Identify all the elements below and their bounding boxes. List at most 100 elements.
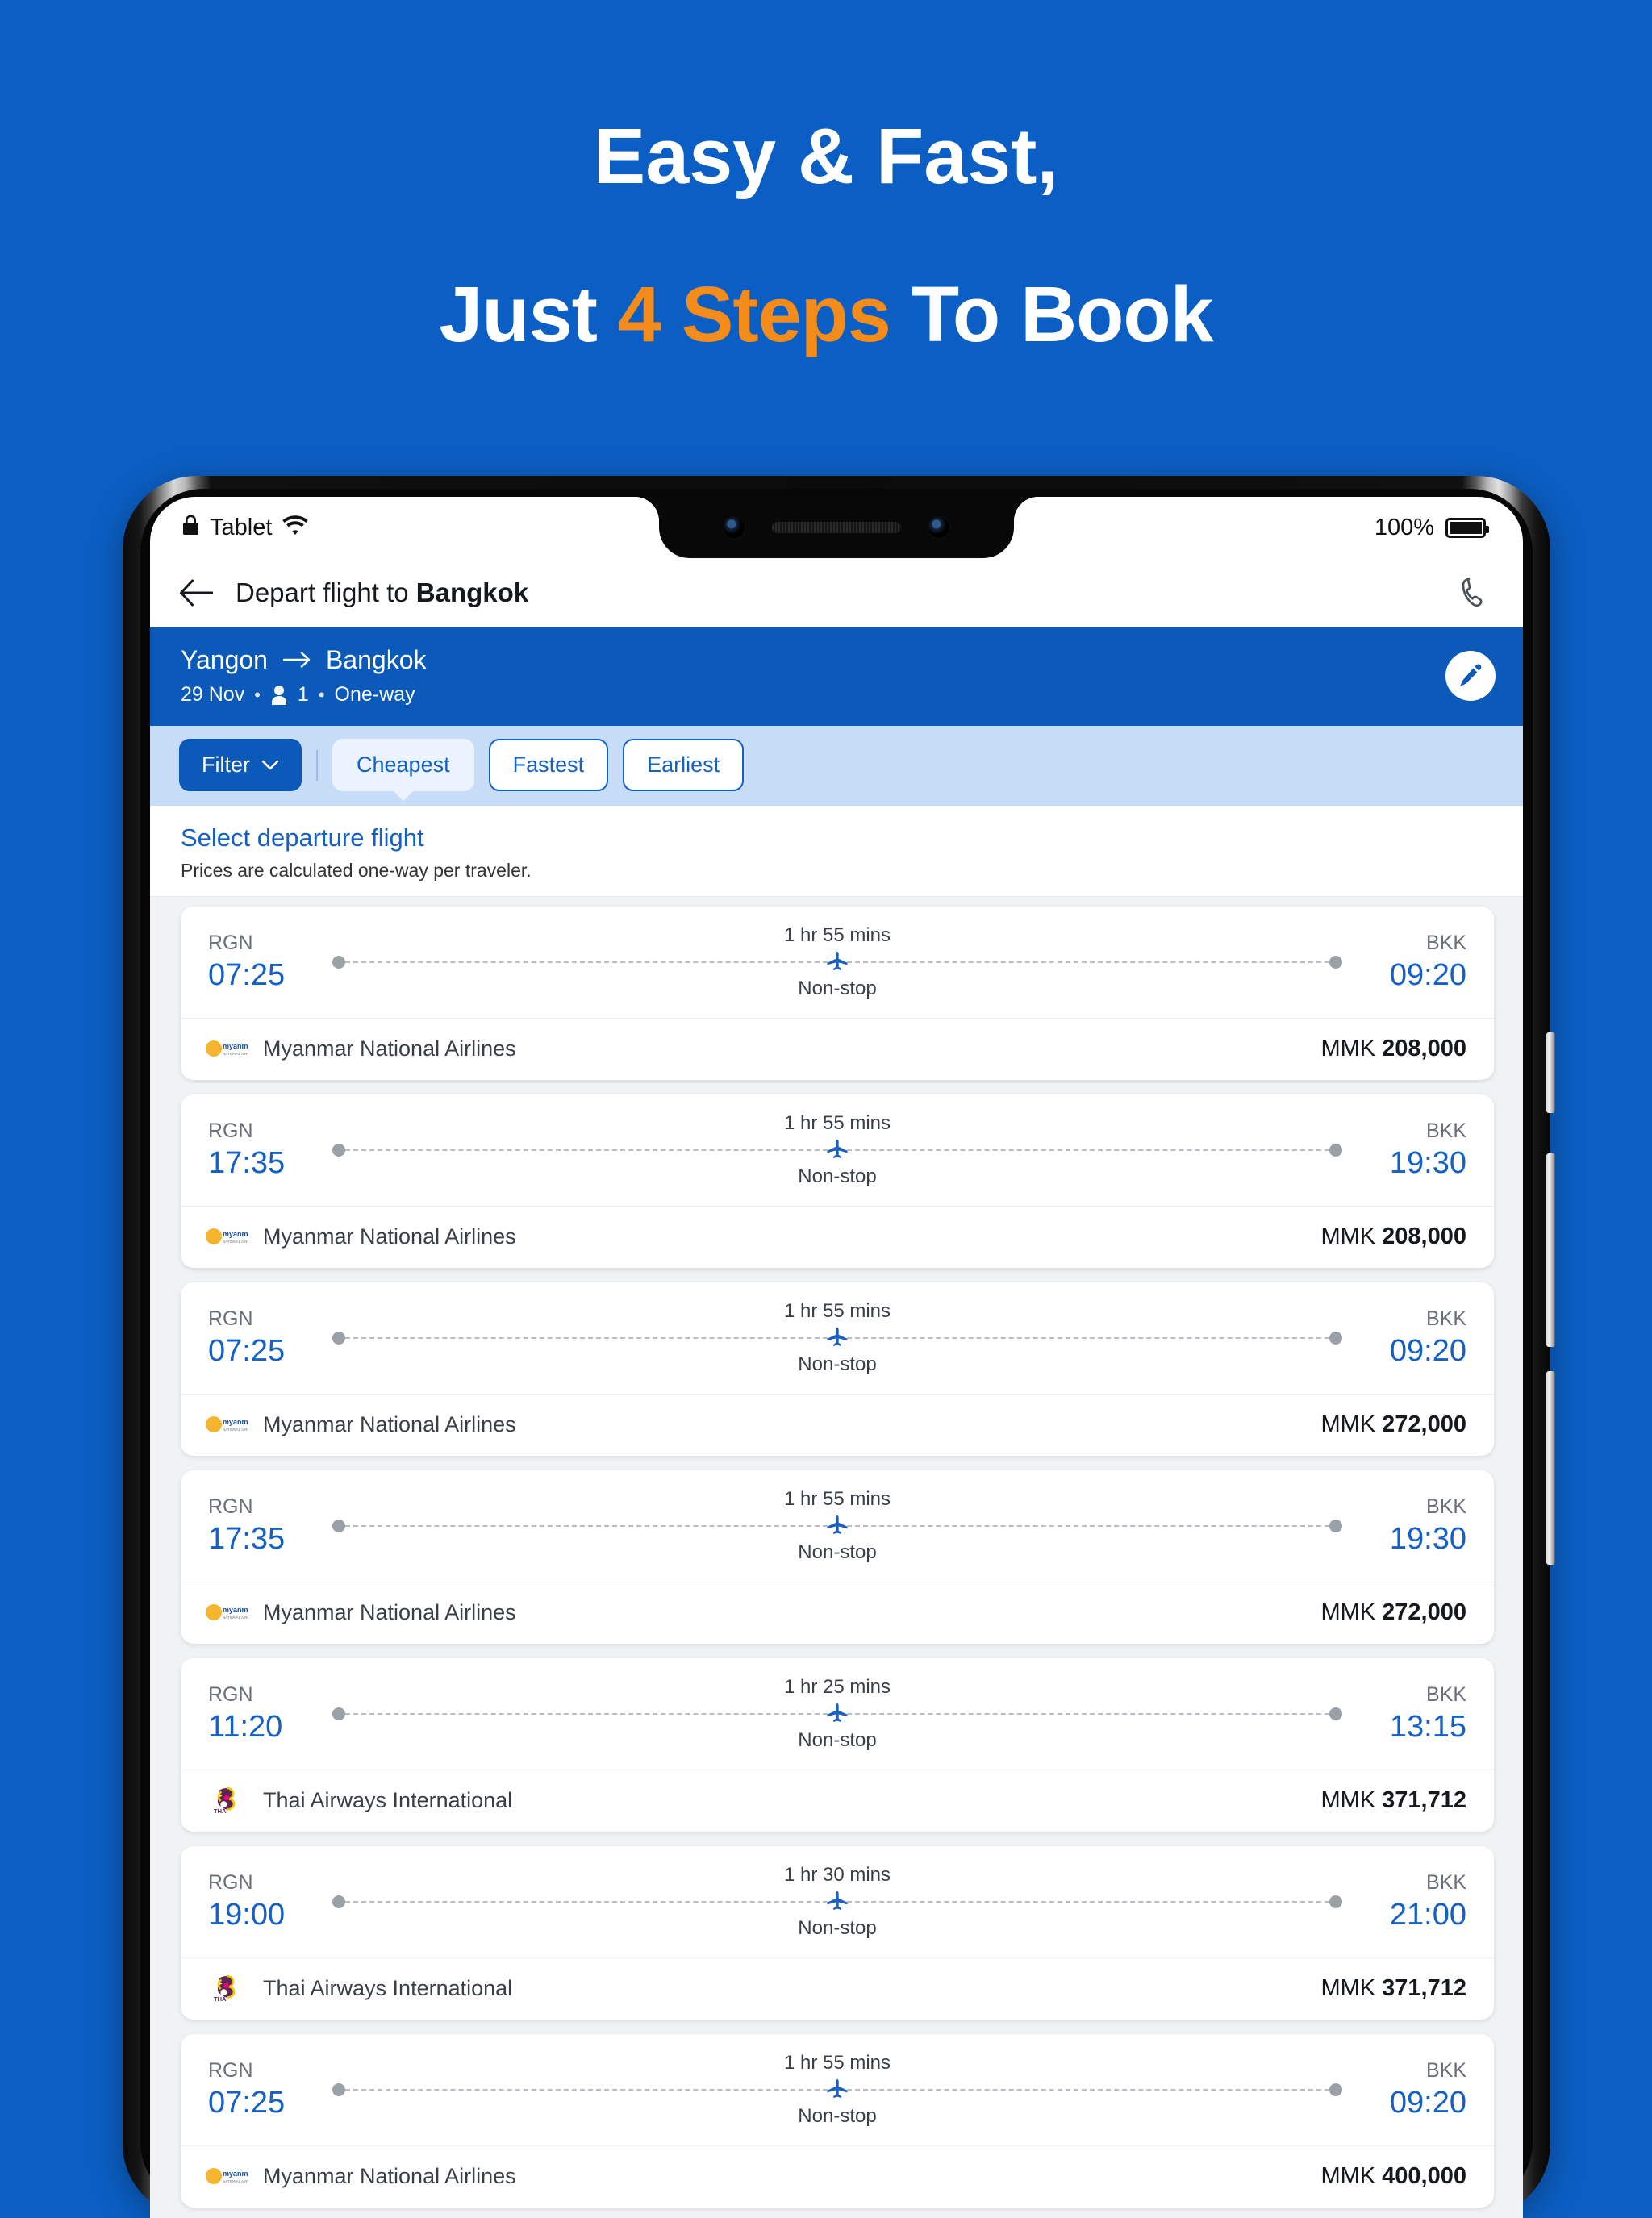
- phone-side-button-volume-down[interactable]: [1546, 1371, 1555, 1565]
- flight-stops: Non-stop: [798, 1541, 877, 1563]
- back-arrow-icon[interactable]: [179, 579, 214, 607]
- edit-search-button[interactable]: [1446, 651, 1496, 701]
- flight-price: MMK 272,000: [1320, 1599, 1466, 1626]
- section-header: Select departure flight Prices are calcu…: [150, 806, 1523, 897]
- filter-label: Filter: [202, 753, 250, 777]
- status-bar-left: Tablet: [182, 514, 309, 542]
- svg-text:NATIONAL AIRLINES: NATIONAL AIRLINES: [223, 1616, 248, 1620]
- phone-side-button-volume-up[interactable]: [1546, 1153, 1555, 1347]
- airplane-icon: [825, 1702, 849, 1726]
- flight-path: [332, 2079, 1342, 2099]
- route-separator-1: •: [254, 684, 261, 705]
- flight-card[interactable]: RGN 07:25 1 hr 55 mins Non-stop BKK 09:20 myan…: [181, 907, 1494, 1080]
- airline-info: myanmarNATIONAL AIRLINESMyanmar National…: [205, 1409, 516, 1440]
- flight-card-airline-row: myanmar NATIONAL AIRLINES Myanmar National…: [181, 1582, 1494, 1644]
- thai-airways-logo: THAI: [205, 1785, 248, 1816]
- route-origin: Yangon: [181, 645, 268, 674]
- arrival-time: 21:00: [1389, 1898, 1466, 1932]
- flight-destination: BKK 13:15: [1347, 1682, 1466, 1745]
- flight-path: [332, 952, 1342, 972]
- flight-price: MMK 272,000: [1320, 1411, 1466, 1438]
- flight-card-airline-row: myanmarNATIONAL AIRLINES Myanmar National…: [181, 2146, 1494, 2208]
- arrival-time: 09:20: [1389, 958, 1466, 993]
- flight-duration: 1 hr 55 mins: [783, 924, 891, 946]
- status-bar-carrier-label: Tablet: [210, 514, 273, 540]
- destination-airport-code: BKK: [1425, 1683, 1466, 1707]
- flight-card-airline-row: THAI Thai Airways International MMK 371,71…: [181, 1958, 1494, 2020]
- arrival-time: 09:20: [1389, 1334, 1466, 1369]
- lock-icon: [182, 514, 199, 542]
- airline-info: myanmarNATIONAL AIRLINES Myanmar National…: [205, 2161, 516, 2191]
- flight-duration: 1 hr 55 mins: [783, 1300, 891, 1322]
- status-bar-right: 100%: [1375, 515, 1489, 541]
- myanmar-national-airlines-logo: myanmar NATIONAL AIRLINES: [205, 1221, 258, 1252]
- flight-card[interactable]: RGN 07:25 1 hr 55 mins Non-stop BKK 09:20 myan…: [181, 1282, 1494, 1456]
- flight-destination: BKK 09:20: [1347, 1306, 1466, 1370]
- section-title: Select departure flight: [181, 823, 424, 852]
- flight-card-itinerary: RGN 07:25 1 hr 55 mins Non-stop BKK 09:20: [181, 2034, 1494, 2146]
- phone-call-icon[interactable]: [1460, 577, 1487, 609]
- airline-info: myanmarNATIONAL AIRLINESMyanmar National…: [205, 1221, 516, 1252]
- destination-airport-code: BKK: [1425, 1871, 1466, 1895]
- destination-node: [1329, 2083, 1342, 2096]
- flight-duration: 1 hr 25 mins: [783, 1676, 891, 1698]
- arrival-time: 19:30: [1389, 1146, 1466, 1181]
- sort-chip-fastest[interactable]: Fastest: [488, 739, 609, 791]
- flight-price: MMK 371,712: [1320, 1975, 1466, 2002]
- flight-path: [332, 1891, 1342, 1912]
- promo-line-2: Just 4 Steps To Book: [0, 236, 1652, 394]
- sort-chip-cheapest[interactable]: Cheapest: [332, 739, 474, 791]
- thai-airways-logo: THAI: [205, 1973, 248, 2003]
- departure-time: 17:35: [208, 1146, 286, 1181]
- svg-text:NATIONAL AIRLINES: NATIONAL AIRLINES: [223, 1240, 248, 1244]
- svg-text:myanmar: myanmar: [223, 2170, 248, 2178]
- departure-time: 11:20: [208, 1710, 283, 1745]
- departure-time: 17:35: [208, 1522, 286, 1557]
- airline-info: myanmarNATIONAL AIRLINESMyanmar National…: [205, 1033, 516, 1064]
- flight-path: [332, 1328, 1342, 1348]
- flight-card-itinerary: RGN 19:00 1 hr 30 mins Non-stop BKK 21:00: [181, 1846, 1494, 1958]
- flight-card[interactable]: RGN 17:35 1 hr 55 mins Non-stop BKK 19:30 myan…: [181, 1094, 1494, 1268]
- flight-card[interactable]: RGN 11:20 1 hr 25 mins Non-stop BKK 13:15 THAI…: [181, 1658, 1494, 1832]
- edit-pencil-icon: [1458, 663, 1483, 689]
- price-amount: 272,000: [1382, 1411, 1466, 1437]
- airplane-icon: [825, 1138, 849, 1162]
- battery-full-icon: [1446, 517, 1489, 538]
- destination-airport-code: BKK: [1425, 1119, 1466, 1143]
- destination-node: [1329, 1332, 1342, 1345]
- flight-card[interactable]: RGN 19:00 1 hr 30 mins Non-stop BKK 21:00 THAI…: [181, 1846, 1494, 2020]
- flight-card-airline-row: myanmarNATIONAL AIRLINESMyanmar National…: [181, 1019, 1494, 1080]
- flight-duration: 1 hr 55 mins: [783, 1488, 891, 1510]
- price-amount: 400,000: [1382, 2162, 1466, 2189]
- flight-duration: 1 hr 55 mins: [783, 2052, 891, 2074]
- flight-duration-track: 1 hr 55 mins Non-stop: [327, 1488, 1347, 1564]
- svg-text:NATIONAL AIRLINES: NATIONAL AIRLINES: [223, 2179, 248, 2183]
- sort-chip-earliest[interactable]: Earliest: [623, 739, 745, 791]
- price-currency: MMK: [1320, 2162, 1376, 2189]
- airline-info: THAI Thai Airways International: [205, 1785, 512, 1816]
- flight-duration-track: 1 hr 55 mins Non-stop: [327, 1112, 1347, 1188]
- flight-card-itinerary: RGN 07:25 1 hr 55 mins Non-stop BKK 09:20: [181, 1282, 1494, 1395]
- airline-info: THAI Thai Airways International: [205, 1973, 512, 2003]
- flight-card[interactable]: RGN 17:35 1 hr 55 mins Non-stop BKK 19:30 myan…: [181, 1470, 1494, 1644]
- page-title-prefix: Depart flight to: [236, 577, 416, 607]
- airline-name: Myanmar National Airlines: [263, 1599, 516, 1624]
- myanmar-national-airlines-logo: myanmar NATIONAL AIRLINES: [205, 1409, 258, 1440]
- phone-screen: Tablet 100% Depart flight to Bangkok Yan…: [150, 497, 1523, 2218]
- svg-text:myanmar: myanmar: [223, 1606, 248, 1614]
- arrival-time: 13:15: [1389, 1710, 1466, 1745]
- departure-time: 07:25: [208, 958, 286, 993]
- flight-origin: RGN 17:35: [208, 1118, 327, 1182]
- flight-duration-track: 1 hr 55 mins Non-stop: [327, 1300, 1347, 1376]
- flight-duration-track: 1 hr 25 mins Non-stop: [327, 1676, 1347, 1752]
- flight-card[interactable]: RGN 07:25 1 hr 55 mins Non-stop BKK 09:20 myan…: [181, 2034, 1494, 2208]
- flight-stops: Non-stop: [798, 1165, 877, 1187]
- phone-mockup: Tablet 100% Depart flight to Bangkok Yan…: [123, 476, 1555, 2218]
- flight-results-list: RGN 07:25 1 hr 55 mins Non-stop BKK 09:20 myan…: [150, 897, 1523, 2218]
- route-cities: Yangon Bangkok: [181, 645, 426, 675]
- airline-name: Myanmar National Airlines: [263, 1224, 516, 1249]
- airline-name: Myanmar National Airlines: [263, 2163, 516, 2188]
- origin-airport-code: RGN: [208, 1119, 253, 1143]
- phone-side-button-silent[interactable]: [1546, 1032, 1555, 1113]
- filter-button[interactable]: Filter: [179, 739, 302, 791]
